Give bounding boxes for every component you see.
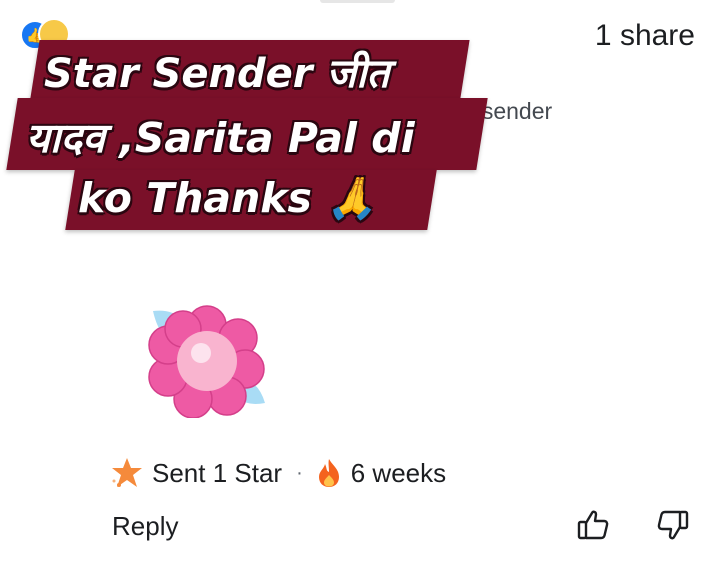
star-burst-icon [112, 458, 142, 487]
caption-line-3: ko Thanks 🙏 [78, 174, 378, 222]
top-divider [320, 0, 395, 3]
share-count[interactable]: 1 share [595, 19, 695, 53]
comment-meta-row: Sent 1 Star · 6 weeks [110, 455, 446, 491]
caption-line-1: Star Sender जीत [44, 51, 390, 97]
thumbs-up-icon[interactable] [576, 508, 610, 542]
fire-icon [318, 459, 339, 487]
flower-sticker-icon [148, 305, 265, 418]
star-sent-label[interactable]: Sent 1 Star [152, 458, 282, 489]
meta-separator: · [296, 461, 303, 484]
thumbs-down-icon[interactable] [656, 508, 690, 542]
reply-button[interactable]: Reply [112, 511, 178, 542]
caption-line-2: यादव ,Sarita Pal di [26, 114, 415, 162]
comment-age: 6 weeks [350, 457, 447, 488]
